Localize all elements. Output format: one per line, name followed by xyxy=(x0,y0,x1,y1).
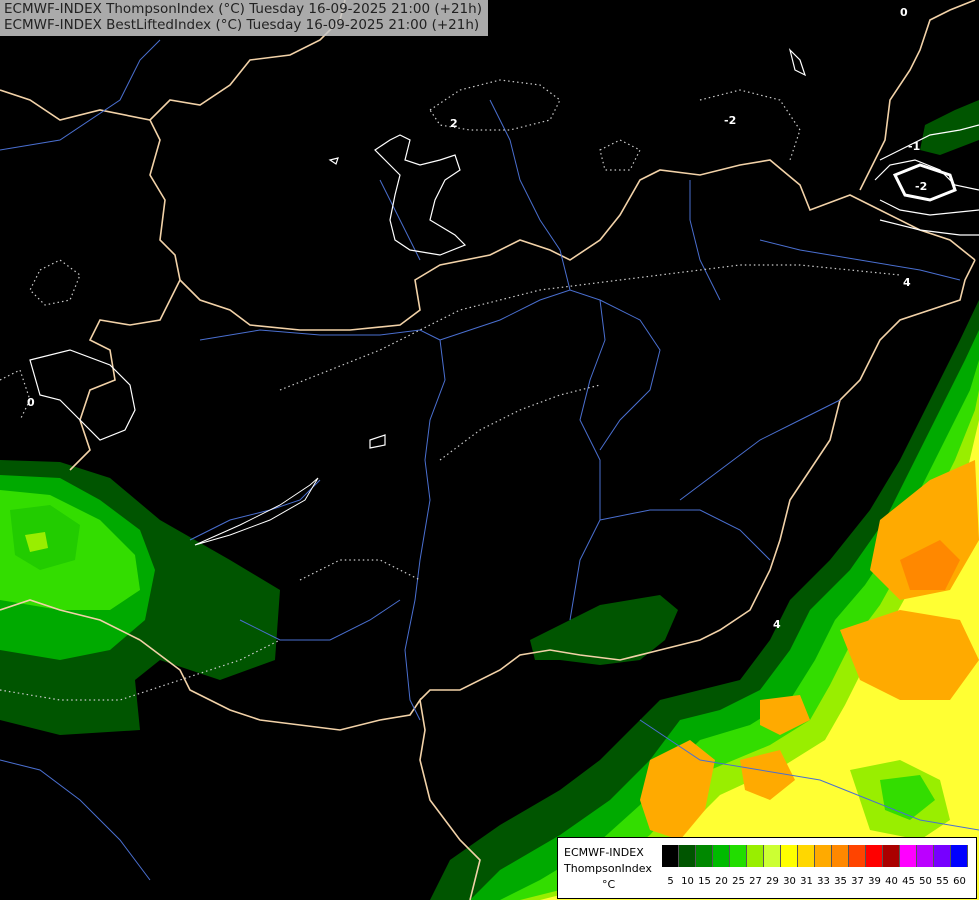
legend-tick: 31 xyxy=(800,876,813,887)
legend-swatch xyxy=(747,845,764,867)
legend-tick: 15 xyxy=(698,876,711,887)
legend-tick: 33 xyxy=(817,876,830,887)
legend-swatch xyxy=(900,845,917,867)
map-canvas: 0 2 -2 -1 -2 0 4 4 xyxy=(0,0,979,900)
legend-parameter: ThompsonIndex xyxy=(564,862,652,875)
legend-swatch xyxy=(679,845,696,867)
legend-swatch xyxy=(764,845,781,867)
contour-label: 2 xyxy=(450,117,458,130)
contour-label: -1 xyxy=(908,140,920,153)
contour-label: 4 xyxy=(773,618,781,631)
weather-map: 0 2 -2 -1 -2 0 4 4 ECMWF-INDEX ThompsonI… xyxy=(0,0,979,900)
legend-swatch xyxy=(917,845,934,867)
legend-tick: 55 xyxy=(936,876,949,887)
legend-swatch xyxy=(696,845,713,867)
contour-label: 4 xyxy=(903,276,911,289)
legend-swatch xyxy=(713,845,730,867)
legend-model: ECMWF-INDEX xyxy=(564,846,644,859)
legend-tick: 29 xyxy=(766,876,779,887)
contour-label: -2 xyxy=(915,180,927,193)
contour-label: 0 xyxy=(900,6,908,19)
contour-label: -2 xyxy=(724,114,736,127)
legend-ticks: 5 10 15 20 25 27 29 30 31 33 35 37 39 40 45 50 55 60 xyxy=(662,876,968,887)
legend-tick: 45 xyxy=(902,876,915,887)
map-title-box: ECMWF-INDEX ThompsonIndex (°C) Tuesday 1… xyxy=(0,0,488,36)
legend-tick: 35 xyxy=(834,876,847,887)
legend-unit: °C xyxy=(602,878,616,891)
legend-swatch xyxy=(934,845,951,867)
legend-tick: 40 xyxy=(885,876,898,887)
color-legend: ECMWF-INDEX ThompsonIndex °C 5 10 15 20 25 27… xyxy=(557,837,977,899)
legend-tick: 30 xyxy=(783,876,796,887)
legend-swatch xyxy=(662,845,679,867)
legend-swatches xyxy=(662,845,968,867)
legend-swatch xyxy=(883,845,900,867)
title-line-2: ECMWF-INDEX BestLiftedIndex (°C) Tuesday… xyxy=(4,17,480,33)
legend-tick: 20 xyxy=(715,876,728,887)
legend-swatch xyxy=(951,845,968,867)
legend-swatch xyxy=(866,845,883,867)
legend-swatch xyxy=(849,845,866,867)
legend-tick: 60 xyxy=(953,876,966,887)
legend-tick: 39 xyxy=(868,876,881,887)
legend-tick: 37 xyxy=(851,876,864,887)
legend-tick: 25 xyxy=(732,876,745,887)
title-line-1: ECMWF-INDEX ThompsonIndex (°C) Tuesday 1… xyxy=(4,1,482,17)
legend-tick: 27 xyxy=(749,876,762,887)
legend-swatch xyxy=(815,845,832,867)
contour-label: 0 xyxy=(27,396,35,409)
legend-swatch xyxy=(832,845,849,867)
legend-tick: 50 xyxy=(919,876,932,887)
legend-swatch xyxy=(798,845,815,867)
legend-swatch xyxy=(730,845,747,867)
legend-tick: 10 xyxy=(681,876,694,887)
legend-swatch xyxy=(781,845,798,867)
legend-tick: 5 xyxy=(667,876,674,887)
